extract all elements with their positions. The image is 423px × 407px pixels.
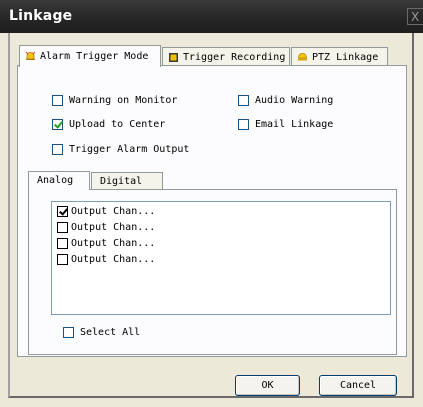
- output-channel-checkbox[interactable]: [57, 254, 68, 265]
- audio-warning-checkbox[interactable]: [238, 95, 249, 106]
- alarm-bell-icon: [25, 51, 36, 60]
- output-channel-label: Output Chan...: [71, 206, 156, 217]
- warning-on-monitor-label: Warning on Monitor: [69, 95, 178, 106]
- list-item[interactable]: Output Chan...: [57, 206, 155, 217]
- tab-analog[interactable]: Analog: [28, 171, 90, 190]
- select-all-label: Select All: [80, 327, 141, 338]
- tab-alarm-trigger-mode[interactable]: Alarm Trigger Mode: [19, 45, 161, 67]
- select-all-option[interactable]: Select All: [63, 327, 140, 338]
- output-channel-list[interactable]: Output Chan... Output Chan... Output Cha…: [51, 201, 391, 315]
- tab-label: Analog: [37, 175, 74, 186]
- ptz-dome-icon: [298, 53, 307, 61]
- window-title: Linkage: [9, 8, 73, 24]
- tab-ptz-linkage[interactable]: PTZ Linkage: [291, 47, 388, 67]
- tab-label: Trigger Recording: [183, 52, 286, 63]
- warning-on-monitor-checkbox[interactable]: [52, 95, 63, 106]
- output-channel-label: Output Chan...: [71, 238, 156, 249]
- trigger-alarm-output-option[interactable]: Trigger Alarm Output: [52, 144, 189, 155]
- email-linkage-checkbox[interactable]: [238, 119, 249, 130]
- audio-warning-option[interactable]: Audio Warning: [238, 95, 333, 106]
- tab-label: Alarm Trigger Mode: [40, 51, 149, 62]
- output-channel-label: Output Chan...: [71, 222, 156, 233]
- select-all-checkbox[interactable]: [63, 327, 74, 338]
- list-item[interactable]: Output Chan...: [57, 254, 155, 265]
- email-linkage-label: Email Linkage: [255, 119, 334, 130]
- output-channel-label: Output Chan...: [71, 254, 156, 265]
- tab-label: Digital: [100, 176, 143, 187]
- title-bar: Linkage X: [0, 0, 423, 33]
- tab-digital[interactable]: Digital: [91, 172, 163, 190]
- email-linkage-option[interactable]: Email Linkage: [238, 119, 333, 130]
- recording-icon: [169, 53, 178, 62]
- ok-button[interactable]: OK: [235, 375, 300, 396]
- tab-trigger-recording[interactable]: Trigger Recording: [162, 47, 290, 67]
- list-item[interactable]: Output Chan...: [57, 238, 155, 249]
- output-channel-checkbox[interactable]: [57, 238, 68, 249]
- upload-to-center-option[interactable]: Upload to Center: [52, 119, 165, 130]
- upload-to-center-label: Upload to Center: [69, 119, 166, 130]
- output-channel-checkbox[interactable]: [57, 222, 68, 233]
- cancel-button[interactable]: Cancel: [319, 375, 397, 396]
- tab-label: PTZ Linkage: [312, 52, 379, 63]
- warning-on-monitor-option[interactable]: Warning on Monitor: [52, 95, 177, 106]
- output-channel-checkbox[interactable]: [57, 206, 68, 217]
- trigger-alarm-output-checkbox[interactable]: [52, 144, 63, 155]
- close-button[interactable]: X: [407, 8, 423, 25]
- trigger-alarm-output-label: Trigger Alarm Output: [69, 144, 190, 155]
- list-item[interactable]: Output Chan...: [57, 222, 155, 233]
- upload-to-center-checkbox[interactable]: [52, 119, 63, 130]
- audio-warning-label: Audio Warning: [255, 95, 334, 106]
